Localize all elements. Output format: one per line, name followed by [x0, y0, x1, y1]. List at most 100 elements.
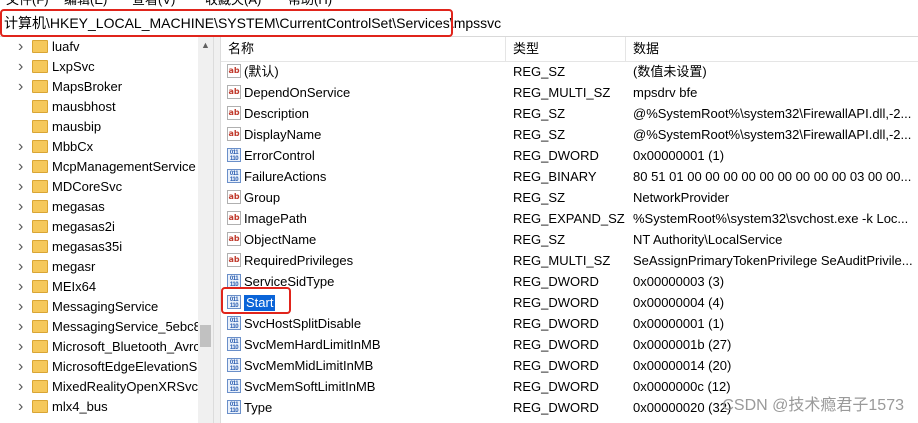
tree-item[interactable]: › MessagingService_5ebc8 — [0, 317, 201, 337]
value-row[interactable]: 011 110 SvcHostSplitDisable REG_DWORD 0x0000… — [221, 313, 918, 334]
value-name[interactable]: Description — [244, 106, 309, 122]
column-header-data[interactable]: 数据 — [633, 41, 659, 57]
expand-chevron-icon[interactable]: › — [18, 179, 30, 195]
tree-item[interactable]: › LxpSvc — [0, 57, 198, 77]
expand-chevron-icon[interactable]: › — [18, 399, 30, 415]
menu-edit[interactable]: 编辑(E) — [64, 0, 107, 8]
tree-item-label: luafv — [52, 39, 80, 54]
menu-view[interactable]: 查看(V) — [132, 0, 175, 8]
value-name[interactable]: ErrorControl — [244, 148, 315, 164]
tree-scrollbar-thumb[interactable] — [200, 325, 211, 347]
value-name[interactable]: SvcHostSplitDisable — [244, 316, 361, 332]
expand-chevron-icon[interactable]: › — [18, 339, 30, 355]
value-name[interactable]: SvcMemHardLimitInMB — [244, 337, 381, 353]
value-data: mpsdrv bfe — [633, 85, 698, 100]
tree-item[interactable]: › megasr — [0, 257, 198, 277]
scroll-up-arrow-icon[interactable]: ▲ — [198, 37, 213, 54]
value-type: REG_DWORD — [513, 316, 599, 331]
value-name[interactable]: DisplayName — [244, 127, 321, 143]
value-name[interactable]: (默认) — [244, 64, 279, 80]
folder-icon — [32, 340, 48, 353]
value-data: %SystemRoot%\system32\svchost.exe -k Loc… — [633, 211, 909, 226]
value-row[interactable]: 011 110 SvcMemHardLimitInMB REG_DWORD 0x0000… — [221, 334, 918, 355]
value-name[interactable]: ObjectName — [244, 232, 316, 248]
expand-chevron-icon[interactable]: › — [18, 259, 30, 275]
pane-splitter[interactable] — [213, 37, 221, 423]
folder-icon — [32, 120, 48, 133]
expand-chevron-icon[interactable]: › — [18, 39, 30, 55]
value-list[interactable]: 名称 类型 数据 ab (默认) REG_SZ (数值未设置) ab DependOnSe… — [221, 37, 918, 423]
tree-item[interactable]: › MbbCx — [0, 137, 198, 157]
value-row[interactable]: ab RequiredPrivileges REG_MULTI_SZ SeAssign… — [221, 250, 918, 271]
address-annotation-box — [0, 9, 453, 37]
value-name[interactable]: Group — [244, 190, 280, 206]
value-row[interactable]: 011 110 ErrorControl REG_DWORD 0x00000001 (1… — [221, 145, 918, 166]
tree-item[interactable]: › MicrosoftEdgeElevationS — [0, 357, 198, 377]
value-name[interactable]: ImagePath — [244, 211, 307, 227]
tree-item[interactable]: › MDCoreSvc — [0, 177, 198, 197]
menu-favorites[interactable]: 收藏夹(A) — [205, 0, 261, 8]
tree-item[interactable]: › megasas — [0, 197, 198, 217]
value-row[interactable]: ab ObjectName REG_SZ NT Authority\LocalServ… — [221, 229, 918, 250]
tree-item[interactable]: › MapsBroker — [0, 77, 198, 97]
value-row[interactable]: ab (默认) REG_SZ (数值未设置) — [221, 61, 918, 82]
value-data: 0x0000000c (12) — [633, 379, 731, 394]
expand-chevron-icon[interactable]: › — [18, 159, 30, 175]
value-row[interactable]: ab Group REG_SZ NetworkProvider — [221, 187, 918, 208]
expand-chevron-icon[interactable]: › — [18, 359, 30, 375]
value-row[interactable]: 011 110 ServiceSidType REG_DWORD 0x00000003 … — [221, 271, 918, 292]
value-name[interactable]: SvcMemSoftLimitInMB — [244, 379, 375, 395]
tree-scrollbar[interactable]: ▲ — [198, 37, 213, 423]
menu-file[interactable]: 文件(F) — [6, 0, 49, 8]
value-name[interactable]: FailureActions — [244, 169, 326, 185]
value-name[interactable]: RequiredPrivileges — [244, 253, 353, 269]
value-type: REG_DWORD — [513, 274, 599, 289]
value-type: REG_DWORD — [513, 337, 599, 352]
expand-chevron-icon[interactable]: › — [18, 299, 30, 315]
column-divider[interactable] — [625, 37, 626, 61]
value-row[interactable]: ab Description REG_SZ @%SystemRoot%\system3… — [221, 103, 918, 124]
tree-item[interactable]: › Microsoft_Bluetooth_Avrc — [0, 337, 200, 357]
folder-icon — [32, 60, 48, 73]
expand-chevron-icon[interactable]: › — [18, 79, 30, 95]
value-type: REG_DWORD — [513, 358, 599, 373]
tree-item[interactable]: › McpManagementService — [0, 157, 198, 177]
expand-chevron-icon[interactable]: › — [18, 379, 30, 395]
value-name[interactable]: Type — [244, 400, 272, 416]
tree-item[interactable]: mausbip — [0, 117, 198, 137]
value-row[interactable]: ab ImagePath REG_EXPAND_SZ %SystemRoot%\sys… — [221, 208, 918, 229]
expand-chevron-icon[interactable]: › — [18, 59, 30, 75]
value-row[interactable]: 011 110 SvcMemMidLimitInMB REG_DWORD 0x00000… — [221, 355, 918, 376]
expand-chevron-icon[interactable]: › — [18, 139, 30, 155]
tree-item[interactable]: › megasas2i — [0, 217, 198, 237]
tree-item-label: MbbCx — [52, 139, 94, 154]
column-header-type[interactable]: 类型 — [513, 41, 539, 57]
string-value-icon: ab — [227, 232, 241, 246]
value-name[interactable]: SvcMemMidLimitInMB — [244, 358, 373, 374]
tree-item-label: megasr — [52, 259, 96, 274]
value-row[interactable]: ab DependOnService REG_MULTI_SZ mpsdrv bfe — [221, 82, 918, 103]
tree-item[interactable]: › luafv — [0, 37, 198, 57]
value-name[interactable]: DependOnService — [244, 85, 350, 101]
tree-item[interactable]: mausbhost — [0, 97, 198, 117]
value-data: @%SystemRoot%\system32\FirewallAPI.dll,-… — [633, 127, 912, 142]
tree-item-label: MicrosoftEdgeElevationS — [52, 359, 198, 374]
tree-item[interactable]: › MEIx64 — [0, 277, 198, 297]
tree-item[interactable]: › MessagingService — [0, 297, 198, 317]
expand-chevron-icon[interactable]: › — [18, 219, 30, 235]
column-header-name[interactable]: 名称 — [228, 41, 254, 57]
tree-item[interactable]: › megasas35i — [0, 237, 198, 257]
tree-item[interactable]: › mlx4_bus — [0, 397, 198, 417]
tree-item[interactable]: › MixedRealityOpenXRSvc — [0, 377, 198, 397]
string-value-icon: ab — [227, 106, 241, 120]
expand-chevron-icon[interactable]: › — [18, 239, 30, 255]
registry-tree[interactable]: › luafv › LxpSvc › MapsBroker mausbhost mausbip… — [0, 37, 213, 423]
expand-chevron-icon[interactable]: › — [18, 319, 30, 335]
column-divider[interactable] — [505, 37, 506, 61]
expand-chevron-icon[interactable]: › — [18, 279, 30, 295]
value-row[interactable]: 011 110 Start REG_DWORD 0x00000004 (4) — [221, 292, 918, 313]
value-row[interactable]: 011 110 FailureActions REG_BINARY 80 51 01 0… — [221, 166, 918, 187]
value-row[interactable]: ab DisplayName REG_SZ @%SystemRoot%\system3… — [221, 124, 918, 145]
expand-chevron-icon[interactable]: › — [18, 199, 30, 215]
menu-help[interactable]: 帮助(H) — [288, 0, 332, 8]
